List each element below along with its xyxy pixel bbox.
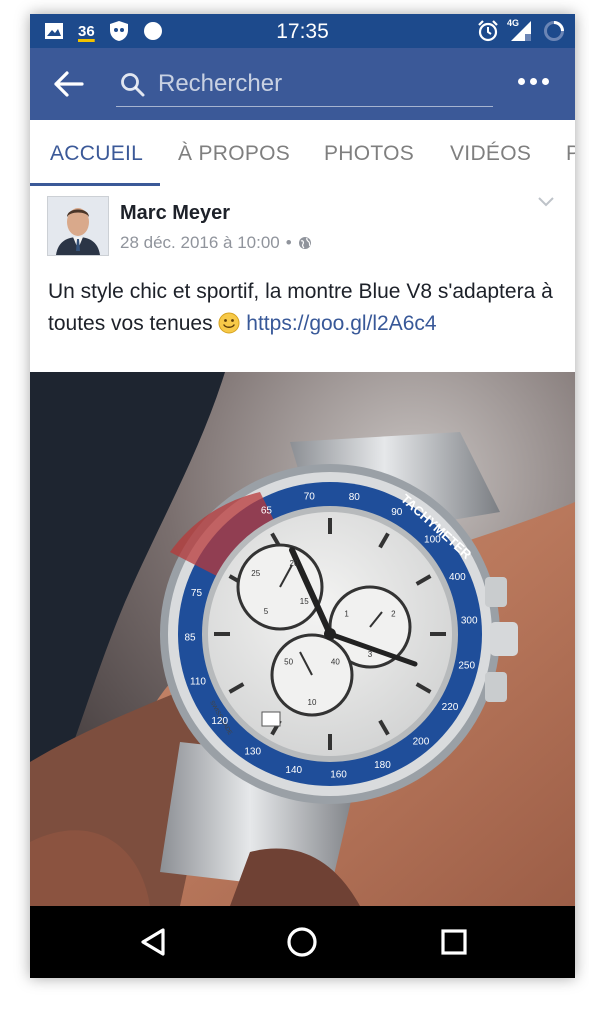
tachymeter-number: 180: [374, 760, 391, 771]
home-circle-icon: [287, 927, 317, 957]
meta-separator: •: [285, 233, 292, 252]
tachymeter-number: 90: [391, 507, 403, 518]
subdial-number: 10: [308, 698, 317, 707]
tab-photos[interactable]: PHOTOS: [324, 120, 414, 186]
nav-recents-button[interactable]: [432, 920, 476, 964]
back-arrow-icon: [54, 71, 84, 97]
more-options-button[interactable]: [518, 78, 549, 85]
tachymeter-number: 250: [458, 660, 475, 671]
network-type: 4G: [507, 18, 520, 28]
post-meta: 28 déc. 2016 à 10:00 •: [120, 233, 312, 253]
nav-back-button[interactable]: [131, 920, 175, 964]
subdial-number: 40: [331, 658, 340, 667]
globe-icon: [298, 237, 311, 249]
tachymeter-number: 100: [424, 535, 441, 546]
subdial-number: 1: [344, 610, 349, 619]
navigation-bar: [30, 906, 575, 978]
tachymeter-number: 160: [330, 770, 347, 781]
tab-accueil[interactable]: ACCUEIL: [50, 120, 143, 186]
smiley-emoji-icon: [218, 312, 240, 334]
back-button[interactable]: [52, 69, 86, 99]
dot-icon: [530, 78, 537, 85]
tachymeter-number: 75: [191, 588, 203, 599]
page-tabs: ACCUEIL À PROPOS PHOTOS VIDÉOS P: [30, 120, 575, 187]
tachymeter-number: 110: [190, 677, 206, 688]
subdial-number: 2: [391, 610, 396, 619]
recents-square-icon: [441, 929, 467, 955]
subdial-number: 20: [290, 559, 299, 568]
tachymeter-number: 85: [184, 632, 196, 643]
post-link[interactable]: https://goo.gl/l2A6c4: [246, 312, 436, 335]
profile-photo: [48, 197, 108, 255]
nav-home-button[interactable]: [280, 920, 324, 964]
dot-icon: [518, 78, 525, 85]
tachymeter-number: 65: [261, 505, 273, 516]
search-input[interactable]: [156, 66, 480, 102]
alarm-icon: [478, 20, 498, 42]
post-timestamp[interactable]: 28 déc. 2016 à 10:00: [120, 233, 280, 253]
subdial-number: 5: [264, 607, 269, 616]
avatar[interactable]: [47, 196, 109, 256]
dot-icon: [542, 78, 549, 85]
subdial-number: 3: [368, 650, 373, 659]
tachymeter-number: 300: [461, 615, 478, 626]
subdial-number: 15: [300, 597, 309, 606]
tab-a-propos[interactable]: À PROPOS: [178, 120, 290, 186]
post-image[interactable]: TACHYMETER SWISS MADE 65 70 80 90 100 400 300 2…: [30, 372, 575, 906]
chevron-down-icon[interactable]: [537, 196, 555, 208]
search-bar: [30, 48, 575, 120]
status-bar: 36 17:35 4G: [30, 14, 575, 48]
subdial-number: 50: [284, 658, 293, 667]
search-icon: [121, 73, 145, 97]
tab-videos[interactable]: VIDÉOS: [450, 120, 531, 186]
tachymeter-number: 70: [304, 492, 316, 503]
subdial-number: 25: [251, 569, 260, 578]
back-triangle-icon: [141, 928, 165, 956]
tachymeter-number: 80: [349, 492, 361, 503]
tab-more[interactable]: P: [566, 120, 575, 186]
post-author[interactable]: Marc Meyer: [120, 202, 230, 225]
post-text: Un style chic et sportif, la montre Blue…: [48, 276, 563, 340]
loading-icon: [544, 21, 564, 41]
tachymeter-number: 140: [285, 765, 302, 776]
tachymeter-number: 220: [442, 702, 459, 713]
search-field[interactable]: [116, 62, 493, 107]
tachymeter-number: 400: [449, 572, 466, 583]
phone-screen: 36 17:35 4G Rechercher ACCUEIL À PROPOS …: [30, 14, 575, 978]
tachymeter-number: 200: [413, 736, 430, 747]
watch-photo: TACHYMETER SWISS MADE 6570 80901004003002…: [30, 372, 575, 906]
post: Marc Meyer 28 déc. 2016 à 10:00 • Un sty…: [30, 186, 575, 372]
tachymeter-number: 130: [244, 747, 261, 758]
tachymeter-number: 120: [211, 716, 228, 727]
